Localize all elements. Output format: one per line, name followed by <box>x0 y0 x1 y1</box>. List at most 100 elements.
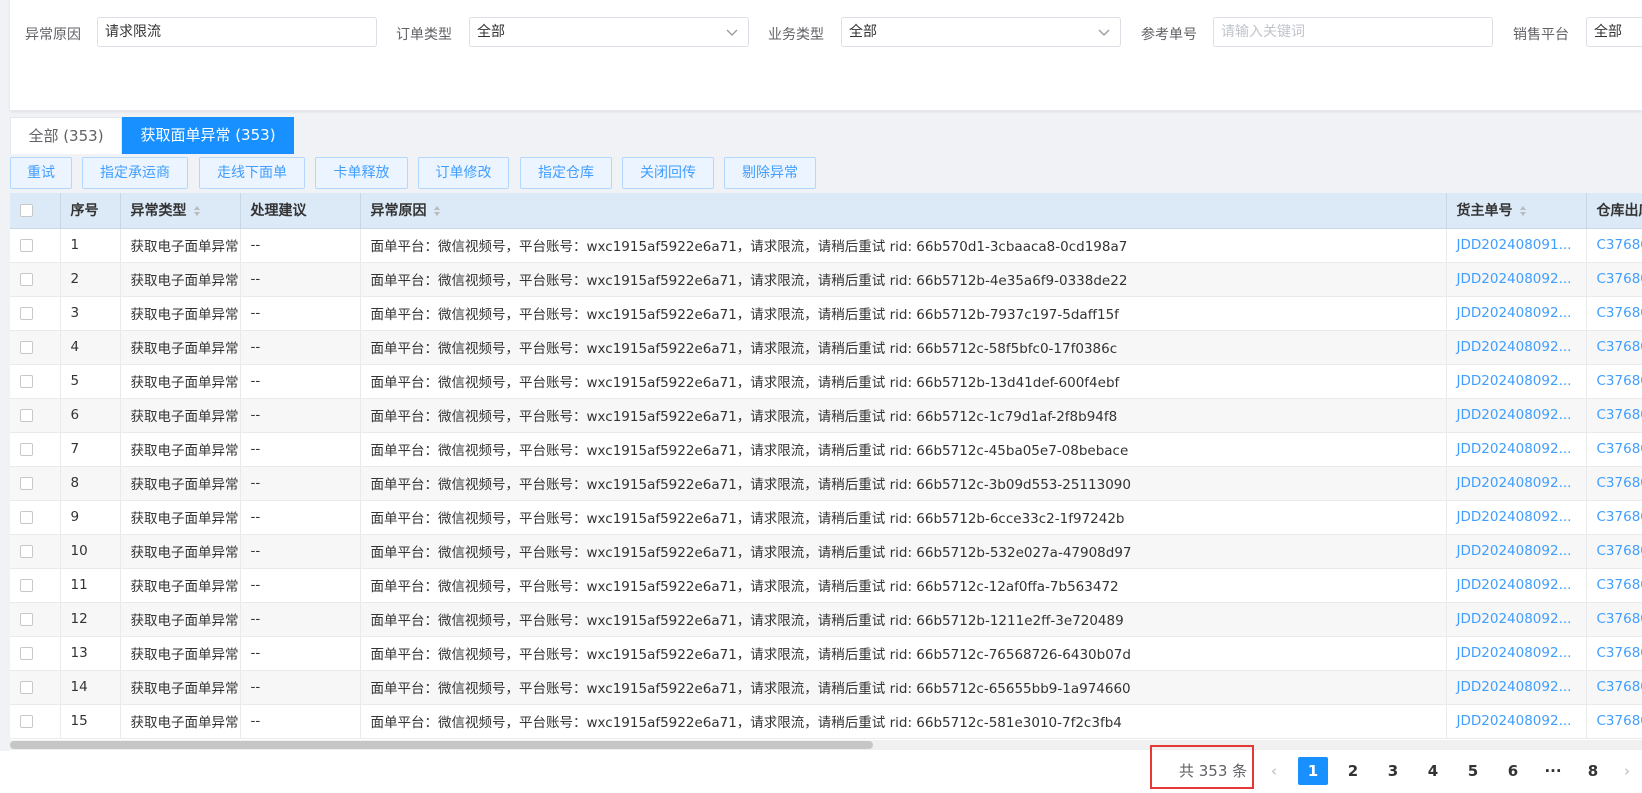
table-row[interactable]: 10 获取电子面单异常 -- 面单平台：微信视频号，平台账号：wxc1915af592… <box>10 534 1642 569</box>
row-warehouse-link[interactable]: C37680 <box>1586 636 1642 671</box>
row-owner-no-link[interactable]: JDD202408092... <box>1446 500 1587 535</box>
row-warehouse-link[interactable]: C37680 <box>1586 602 1642 637</box>
order-type-select[interactable]: 全部 <box>469 17 749 47</box>
prev-page-button[interactable]: ‹ <box>1259 757 1289 785</box>
sort-icon[interactable] <box>433 205 441 217</box>
row-warehouse-link[interactable]: C37680 <box>1586 330 1642 365</box>
tab-all[interactable]: 全部 (353) <box>10 117 122 154</box>
page-4[interactable]: 4 <box>1418 757 1448 785</box>
row-checkbox-cell[interactable] <box>10 568 61 603</box>
row-owner-no-link[interactable]: JDD202408092... <box>1446 466 1587 501</box>
row-owner-no-link[interactable]: JDD202408092... <box>1446 262 1587 297</box>
select-all-checkbox-cell[interactable] <box>10 193 61 229</box>
row-checkbox[interactable] <box>20 238 33 252</box>
row-owner-no-link[interactable]: JDD202408092... <box>1446 602 1587 637</box>
row-warehouse-link[interactable]: C37680 <box>1586 228 1642 263</box>
sort-icon[interactable] <box>1519 205 1527 217</box>
page-6[interactable]: 6 <box>1498 757 1528 785</box>
row-owner-no-link[interactable]: JDD202408092... <box>1446 704 1587 739</box>
ref-input[interactable]: 请输入关键词 <box>1213 17 1493 47</box>
assign-warehouse-button[interactable]: 指定仓库 <box>520 157 612 189</box>
row-checkbox-cell[interactable] <box>10 670 61 705</box>
row-checkbox-cell[interactable] <box>10 262 61 297</box>
row-owner-no-link[interactable]: JDD202408092... <box>1446 398 1587 433</box>
row-warehouse-link[interactable]: C37680 <box>1586 466 1642 501</box>
row-warehouse-link[interactable]: C37680 <box>1586 296 1642 331</box>
row-warehouse-link[interactable]: C37680 <box>1586 364 1642 399</box>
table-row[interactable]: 12 获取电子面单异常 -- 面单平台：微信视频号，平台账号：wxc1915af592… <box>10 602 1642 637</box>
table-row[interactable]: 2 获取电子面单异常 -- 面单平台：微信视频号，平台账号：wxc1915af5922… <box>10 262 1642 297</box>
table-row[interactable]: 1 获取电子面单异常 -- 面单平台：微信视频号，平台账号：wxc1915af5922… <box>10 228 1642 263</box>
row-warehouse-link[interactable]: C37680 <box>1586 704 1642 739</box>
row-owner-no-link[interactable]: JDD202408092... <box>1446 432 1587 467</box>
row-checkbox-cell[interactable] <box>10 500 61 535</box>
row-checkbox[interactable] <box>20 714 33 728</box>
row-checkbox-cell[interactable] <box>10 330 61 365</box>
page-5[interactable]: 5 <box>1458 757 1488 785</box>
table-row[interactable]: 13 获取电子面单异常 -- 面单平台：微信视频号，平台账号：wxc1915af592… <box>10 636 1642 671</box>
col-type-header[interactable]: 异常类型 <box>120 193 241 229</box>
row-checkbox-cell[interactable] <box>10 636 61 671</box>
row-checkbox-cell[interactable] <box>10 466 61 501</box>
table-row[interactable]: 7 获取电子面单异常 -- 面单平台：微信视频号，平台账号：wxc1915af5922… <box>10 432 1642 467</box>
table-row[interactable]: 14 获取电子面单异常 -- 面单平台：微信视频号，平台账号：wxc1915af592… <box>10 670 1642 705</box>
edit-order-button[interactable]: 订单修改 <box>418 157 509 189</box>
table-row[interactable]: 5 获取电子面单异常 -- 面单平台：微信视频号，平台账号：wxc1915af5922… <box>10 364 1642 399</box>
row-checkbox-cell[interactable] <box>10 602 61 637</box>
biz-type-select[interactable]: 全部 <box>841 17 1121 47</box>
row-checkbox[interactable] <box>20 408 33 422</box>
release-hold-button[interactable]: 卡单释放 <box>315 157 408 189</box>
page-3[interactable]: 3 <box>1378 757 1408 785</box>
row-owner-no-link[interactable]: JDD202408092... <box>1446 670 1587 705</box>
row-checkbox[interactable] <box>20 646 33 660</box>
sort-icon[interactable] <box>193 205 201 217</box>
platform-select[interactable]: 全部 <box>1586 17 1642 47</box>
select-all-checkbox[interactable] <box>20 203 33 217</box>
assign-carrier-button[interactable]: 指定承运商 <box>82 157 188 189</box>
page-ellipsis[interactable]: ··· <box>1538 757 1568 785</box>
row-warehouse-link[interactable]: C37680 <box>1586 398 1642 433</box>
row-owner-no-link[interactable]: JDD202408092... <box>1446 568 1587 603</box>
row-checkbox-cell[interactable] <box>10 432 61 467</box>
table-row[interactable]: 8 获取电子面单异常 -- 面单平台：微信视频号，平台账号：wxc1915af5922… <box>10 466 1642 501</box>
row-owner-no-link[interactable]: JDD202408092... <box>1446 330 1587 365</box>
table-row[interactable]: 11 获取电子面单异常 -- 面单平台：微信视频号，平台账号：wxc1915af592… <box>10 568 1642 603</box>
col-owner-no-header[interactable]: 货主单号 <box>1446 193 1587 229</box>
row-owner-no-link[interactable]: JDD202408092... <box>1446 296 1587 331</box>
row-warehouse-link[interactable]: C37680 <box>1586 670 1642 705</box>
row-checkbox[interactable] <box>20 272 33 286</box>
row-checkbox-cell[interactable] <box>10 228 61 263</box>
retry-button[interactable]: 重试 <box>10 157 72 189</box>
offline-waybill-button[interactable]: 走线下面单 <box>199 157 305 189</box>
scrollbar-thumb[interactable] <box>10 741 873 749</box>
row-warehouse-link[interactable]: C37680 <box>1586 500 1642 535</box>
row-warehouse-link[interactable]: C37680 <box>1586 432 1642 467</box>
horizontal-scrollbar[interactable] <box>10 740 1642 750</box>
tab-waybill-exception[interactable]: 获取面单异常 (353) <box>122 117 294 154</box>
row-checkbox[interactable] <box>20 544 33 558</box>
row-checkbox[interactable] <box>20 612 33 626</box>
row-checkbox-cell[interactable] <box>10 364 61 399</box>
row-owner-no-link[interactable]: JDD202408091... <box>1446 228 1587 263</box>
reason-input[interactable]: 请求限流 <box>97 17 377 47</box>
page-8[interactable]: 8 <box>1578 757 1608 785</box>
row-owner-no-link[interactable]: JDD202408092... <box>1446 636 1587 671</box>
row-checkbox[interactable] <box>20 374 33 388</box>
row-warehouse-link[interactable]: C37680 <box>1586 534 1642 569</box>
row-checkbox-cell[interactable] <box>10 398 61 433</box>
close-callback-button[interactable]: 关闭回传 <box>622 157 714 189</box>
row-owner-no-link[interactable]: JDD202408092... <box>1446 364 1587 399</box>
row-checkbox[interactable] <box>20 340 33 354</box>
table-row[interactable]: 3 获取电子面单异常 -- 面单平台：微信视频号，平台账号：wxc1915af5922… <box>10 296 1642 331</box>
row-checkbox[interactable] <box>20 510 33 524</box>
remove-exception-button[interactable]: 剔除异常 <box>724 157 816 189</box>
row-checkbox-cell[interactable] <box>10 534 61 569</box>
row-warehouse-link[interactable]: C37680 <box>1586 568 1642 603</box>
row-checkbox[interactable] <box>20 442 33 456</box>
row-checkbox[interactable] <box>20 476 33 490</box>
row-checkbox[interactable] <box>20 680 33 694</box>
row-checkbox[interactable] <box>20 578 33 592</box>
table-row[interactable]: 9 获取电子面单异常 -- 面单平台：微信视频号，平台账号：wxc1915af5922… <box>10 500 1642 535</box>
row-owner-no-link[interactable]: JDD202408092... <box>1446 534 1587 569</box>
col-reason-header[interactable]: 异常原因 <box>360 193 1447 229</box>
